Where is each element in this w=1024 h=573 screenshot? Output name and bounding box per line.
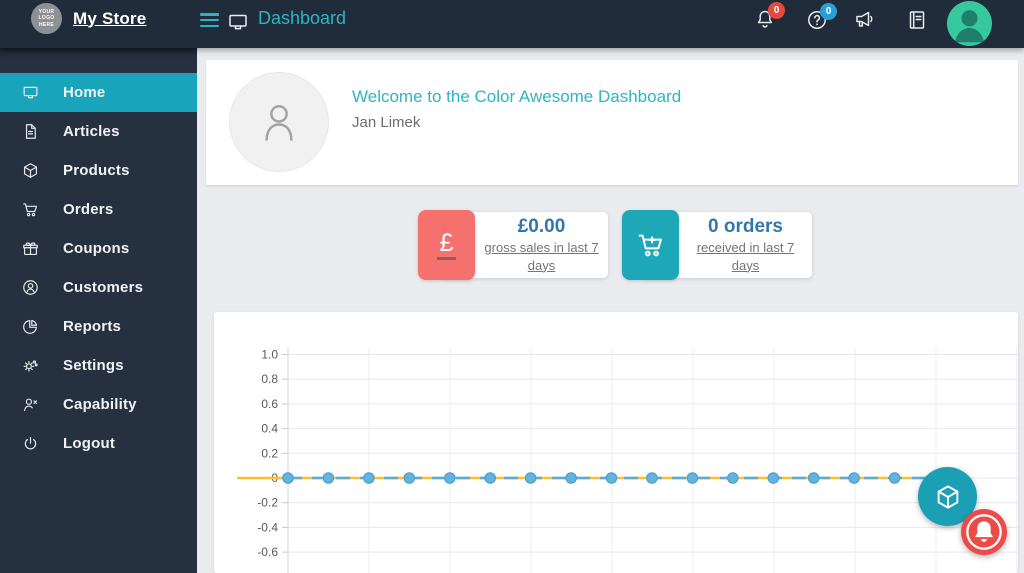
app-window: YOUR LOGO HERE My Store Dashboard 0 0 Ho… <box>0 0 1024 573</box>
sidebar-item-label: Products <box>63 162 130 179</box>
docs-button[interactable] <box>905 8 931 34</box>
sidebar-item-settings[interactable]: Settings <box>0 346 197 385</box>
stat-card-gross-sales: £0.00 gross sales in last 7 days £ <box>418 210 608 280</box>
stat-card-orders: 0 orders received in last 7 days <box>622 210 812 280</box>
person-circle-icon <box>21 278 40 297</box>
pound-icon: £ <box>436 230 457 260</box>
stat-value: 0 orders <box>708 215 783 237</box>
sidebar-item-reports[interactable]: Reports <box>0 307 197 346</box>
sidebar-item-label: Coupons <box>63 240 130 257</box>
welcome-avatar <box>229 72 329 172</box>
alerts-fab-button[interactable] <box>961 509 1007 555</box>
welcome-title: Welcome to the Color Awesome Dashboard <box>352 87 682 106</box>
avatar-person-icon <box>954 10 985 43</box>
sidebar-nav: Home Articles Products Orders Coupons Custome… <box>0 73 197 463</box>
stat-icon-tile <box>622 210 679 280</box>
page-title: Dashboard <box>258 8 347 28</box>
dashboard-icon <box>226 10 250 34</box>
sidebar-item-products[interactable]: Products <box>0 151 197 190</box>
pie-icon <box>21 317 40 336</box>
book-icon <box>905 8 929 32</box>
gift-icon <box>21 239 40 258</box>
sidebar-item-capability[interactable]: Capability <box>0 385 197 424</box>
svg-text:-0.6: -0.6 <box>257 545 278 559</box>
cube-icon <box>21 161 40 180</box>
chart-card: 1.00.80.60.40.20-0.2-0.4-0.6 <box>214 312 1018 573</box>
brand[interactable]: YOUR LOGO HERE My Store <box>31 3 146 34</box>
announcements-button[interactable] <box>852 7 878 33</box>
power-icon <box>21 434 40 453</box>
svg-text:-0.2: -0.2 <box>257 496 278 510</box>
file-icon <box>21 122 40 141</box>
cart-icon <box>21 200 40 219</box>
sidebar-item-label: Capability <box>63 396 137 413</box>
sidebar-item-label: Orders <box>63 201 114 218</box>
welcome-card: Welcome to the Color Awesome Dashboard J… <box>206 60 1018 185</box>
stat-label-link[interactable]: received in last 7 days <box>684 239 808 274</box>
sales-chart: 1.00.80.60.40.20-0.2-0.4-0.6 <box>237 348 1018 573</box>
person-x-icon <box>21 395 40 414</box>
sidebar-item-label: Home <box>63 84 106 101</box>
svg-text:0.2: 0.2 <box>261 446 278 460</box>
megaphone-icon <box>852 7 876 31</box>
stat-value: £0.00 <box>517 215 566 237</box>
sidebar-item-label: Articles <box>63 123 120 140</box>
gears-icon <box>21 356 40 375</box>
sidebar-item-label: Logout <box>63 435 116 452</box>
sidebar-item-home[interactable]: Home <box>0 73 197 112</box>
svg-text:1.0: 1.0 <box>261 348 278 362</box>
logo-line: HERE <box>38 21 55 28</box>
stat-icon-tile: £ <box>418 210 475 280</box>
svg-text:0.6: 0.6 <box>261 397 278 411</box>
svg-text:-0.4: -0.4 <box>257 520 278 534</box>
store-logo[interactable]: YOUR LOGO HERE <box>31 3 62 34</box>
notifications-button[interactable]: 0 <box>753 2 785 33</box>
person-outline-icon <box>265 105 293 141</box>
top-bar: YOUR LOGO HERE My Store Dashboard 0 0 <box>0 0 1024 48</box>
notifications-badge: 0 <box>768 2 785 19</box>
sidebar-item-label: Settings <box>63 357 124 374</box>
svg-text:0.8: 0.8 <box>261 372 278 386</box>
stat-label-link[interactable]: gross sales in last 7 days <box>480 239 604 274</box>
store-name[interactable]: My Store <box>73 9 146 29</box>
laptop-icon <box>21 83 40 102</box>
help-button[interactable]: 0 <box>805 3 837 34</box>
cube-icon <box>933 482 963 512</box>
sidebar-item-customers[interactable]: Customers <box>0 268 197 307</box>
welcome-user-name: Jan Limek <box>352 114 421 131</box>
cart-plus-icon <box>635 229 667 261</box>
sidebar-item-orders[interactable]: Orders <box>0 190 197 229</box>
hamburger-menu-icon[interactable] <box>200 13 219 31</box>
user-avatar[interactable] <box>947 1 992 46</box>
svg-text:0.4: 0.4 <box>261 422 278 436</box>
sidebar-item-coupons[interactable]: Coupons <box>0 229 197 268</box>
help-badge: 0 <box>820 3 837 20</box>
sidebar: Home Articles Products Orders Coupons Custome… <box>0 48 197 573</box>
sidebar-item-label: Customers <box>63 279 144 296</box>
sidebar-item-label: Reports <box>63 318 122 335</box>
sidebar-item-logout[interactable]: Logout <box>0 424 197 463</box>
sidebar-item-articles[interactable]: Articles <box>0 112 197 151</box>
